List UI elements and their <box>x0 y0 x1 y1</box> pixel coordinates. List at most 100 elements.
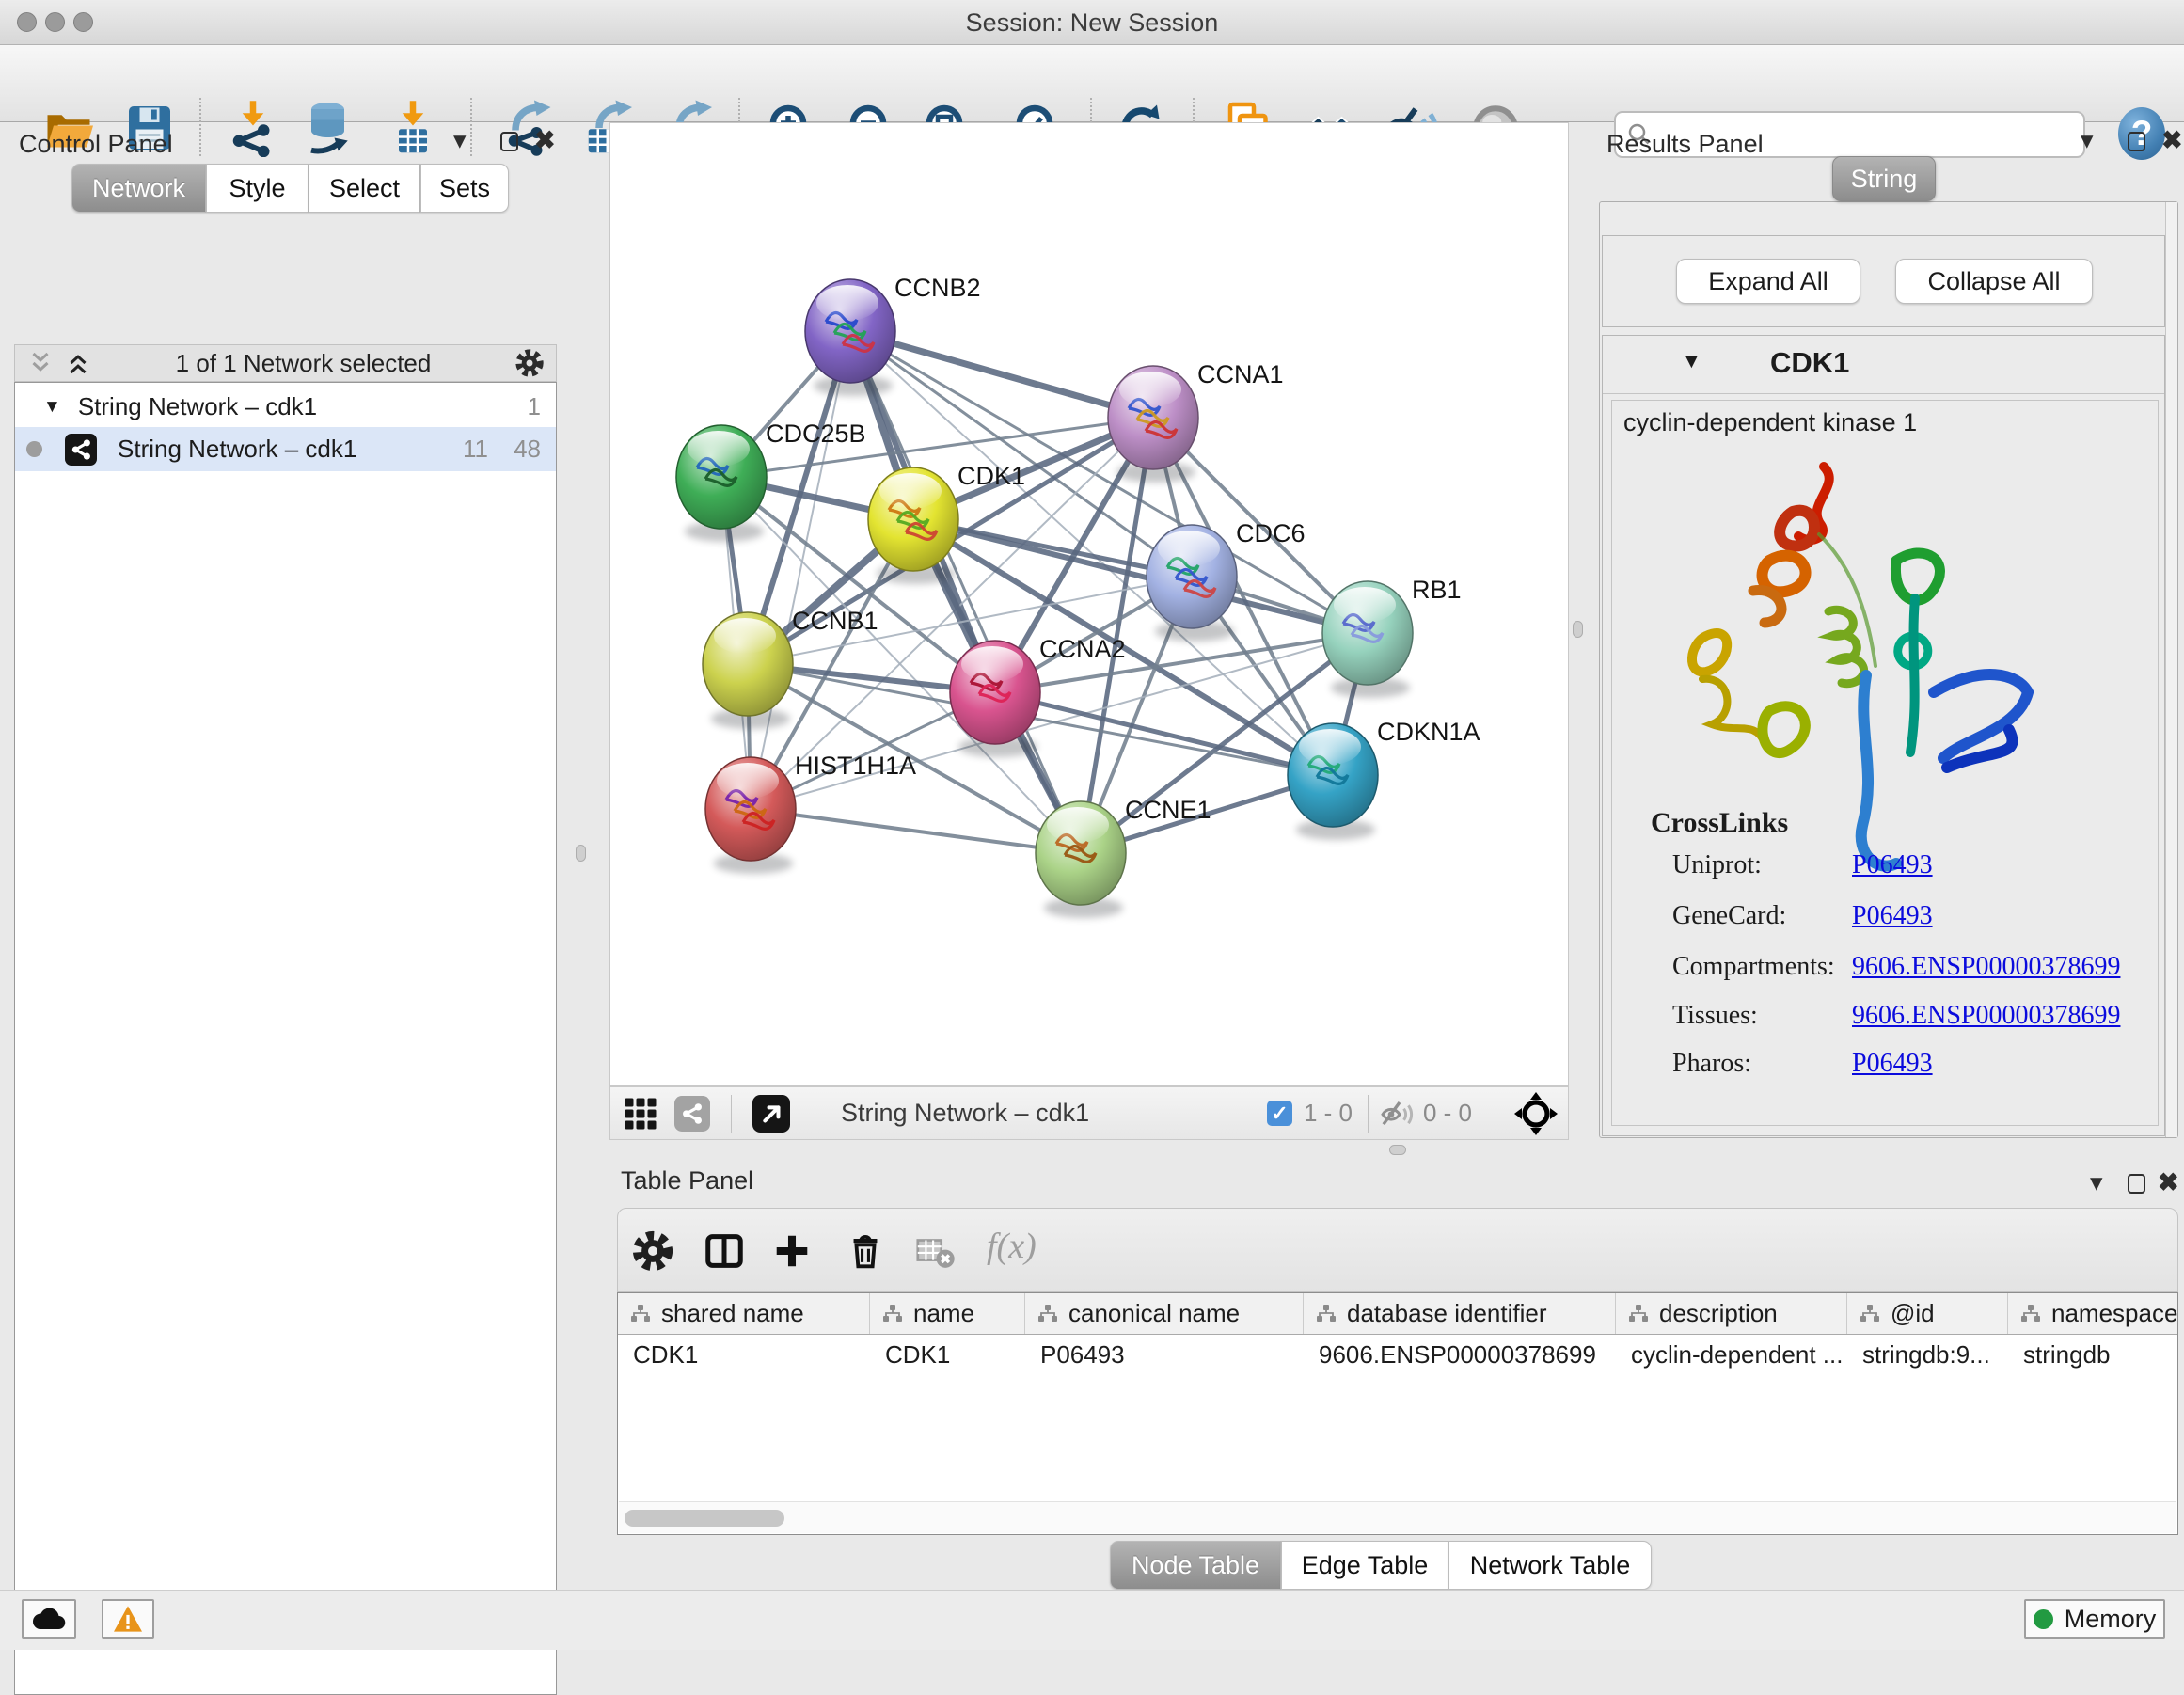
crosshair-icon[interactable] <box>1513 1091 1559 1136</box>
collapse-all-icon[interactable] <box>26 349 55 377</box>
tab-select[interactable]: Select <box>309 164 420 213</box>
right-splitter-handle[interactable] <box>1573 621 1583 638</box>
columns-icon <box>703 1229 746 1273</box>
table-cell[interactable]: 9606.ENSP00000378699 <box>1304 1335 1616 1374</box>
results-panel-title: Results Panel <box>1606 130 1764 159</box>
gene-name: CDK1 <box>1770 346 1849 380</box>
column-header-database-identifier[interactable]: database identifier <box>1304 1293 1616 1334</box>
results-button-bar: Expand All Collapse All <box>1602 235 2165 327</box>
node-gloss <box>816 285 878 321</box>
crosslink-link[interactable]: P06493 <box>1852 1049 1933 1079</box>
tab-sets[interactable]: Sets <box>420 164 509 213</box>
table-hscrollbar[interactable] <box>619 1501 2176 1533</box>
left-splitter-handle[interactable] <box>576 845 586 862</box>
grid-view-icon[interactable] <box>624 1097 657 1131</box>
column-label: canonical name <box>1068 1299 1240 1328</box>
bottom-splitter-handle[interactable] <box>1389 1145 1406 1155</box>
edge-CCNB2-CCNA1[interactable] <box>850 331 1153 418</box>
add-column-button[interactable] <box>770 1229 814 1273</box>
table-cell[interactable]: P06493 <box>1025 1335 1304 1374</box>
tab-node-table[interactable]: Node Table <box>1110 1541 1281 1590</box>
edge-HIST1H1A-CCNE1[interactable] <box>751 809 1081 853</box>
expand-all-icon[interactable] <box>64 349 92 377</box>
crosslink-link[interactable]: 9606.ENSP00000378699 <box>1852 1001 2120 1031</box>
selected-count: 1 - 0 <box>1304 1099 1353 1128</box>
memory-button[interactable]: Memory <box>2024 1599 2165 1639</box>
crosslink-row: GeneCard: P06493 <box>1612 901 2158 939</box>
close-panel-icon[interactable]: ✖ <box>2158 1170 2179 1196</box>
collection-expander-icon[interactable]: ▼ <box>43 397 61 418</box>
network-view-toolbar: String Network – cdk1 ✓ 1 - 0 0 - 0 <box>609 1086 1569 1140</box>
table-row[interactable]: CDK1CDK1P064939606.ENSP00000378699cyclin… <box>618 1335 2177 1374</box>
column-header-namespace[interactable]: namespace <box>2008 1293 2178 1334</box>
table-settings-button[interactable] <box>631 1229 674 1273</box>
birds-eye-icon[interactable] <box>752 1095 790 1133</box>
network-row[interactable]: String Network – cdk1 11 48 <box>15 427 556 471</box>
gear-icon[interactable] <box>514 348 545 378</box>
node-label-CCNA1: CCNA1 <box>1197 360 1284 388</box>
gene-section-header[interactable]: ▼ CDK1 <box>1603 336 2164 394</box>
close-panel-icon[interactable]: ✖ <box>534 128 556 153</box>
table-delete-icon <box>913 1229 957 1273</box>
expand-all-button[interactable]: Expand All <box>1676 259 1860 304</box>
node-label-CCNE1: CCNE1 <box>1125 796 1211 824</box>
show-columns-button[interactable] <box>703 1229 746 1273</box>
results-scrollbar[interactable] <box>2165 202 2177 1137</box>
column-header--id[interactable]: @id <box>1847 1293 2008 1334</box>
tab-edge-table[interactable]: Edge Table <box>1281 1541 1448 1590</box>
column-header-name[interactable]: name <box>870 1293 1025 1334</box>
crosslink-link[interactable]: 9606.ENSP00000378699 <box>1852 952 2120 982</box>
float-panel-icon[interactable] <box>2128 1174 2145 1194</box>
delete-table-button[interactable] <box>913 1229 957 1273</box>
crosslink-link[interactable]: P06493 <box>1852 901 1933 931</box>
section-expander-icon[interactable]: ▼ <box>1682 351 1701 373</box>
table-cell[interactable]: stringdb:9... <box>1847 1335 2008 1374</box>
table-cell[interactable]: stringdb <box>2008 1335 2178 1374</box>
node-label-CDKN1A: CDKN1A <box>1377 718 1480 746</box>
share-view-icon[interactable] <box>674 1096 710 1132</box>
node-label-CDC6: CDC6 <box>1236 519 1306 547</box>
window-titlebar: Session: New Session <box>0 0 2184 45</box>
panel-menu-icon[interactable]: ▾ <box>2081 128 2094 153</box>
column-header-canonical-name[interactable]: canonical name <box>1025 1293 1304 1334</box>
warnings-button[interactable] <box>102 1599 154 1639</box>
selection-summary: 1 of 1 Network selected <box>92 349 514 378</box>
hidden-eye-icon[interactable] <box>1380 1097 1414 1131</box>
tab-network-table[interactable]: Network Table <box>1448 1541 1652 1590</box>
network-collection-row[interactable]: ▼ String Network – cdk1 1 <box>15 383 556 427</box>
node-gloss <box>961 646 1023 682</box>
column-header-description[interactable]: description <box>1616 1293 1847 1334</box>
float-panel-icon[interactable] <box>500 132 518 151</box>
share-icon <box>65 434 97 466</box>
node-gloss <box>1119 372 1181 407</box>
toolbar-divider <box>731 1095 732 1133</box>
table-cell[interactable]: CDK1 <box>618 1335 870 1374</box>
column-header-shared-name[interactable]: shared name <box>618 1293 870 1334</box>
table-cell[interactable]: CDK1 <box>870 1335 1025 1374</box>
column-label: database identifier <box>1347 1299 1546 1328</box>
panel-menu-icon[interactable]: ▾ <box>2090 1170 2103 1196</box>
table-toolbar: f(x) <box>617 1208 2178 1292</box>
selected-checkbox[interactable]: ✓ <box>1267 1101 1292 1126</box>
crosslink-link[interactable]: P06493 <box>1852 850 1933 880</box>
table-cell[interactable]: cyclin-dependent ... <box>1616 1335 1847 1374</box>
panel-menu-icon[interactable]: ▾ <box>453 128 467 153</box>
float-panel-icon[interactable] <box>2128 132 2145 151</box>
network-canvas[interactable]: CCNB2CCNA1CDC25BCDK1CDC6RB1CCNB1CCNA2CDK… <box>609 122 1569 1086</box>
edge-CCNB2-HIST1H1A[interactable] <box>751 331 850 809</box>
hscrollbar-thumb[interactable] <box>625 1510 784 1527</box>
tab-string[interactable]: String <box>1832 156 1936 201</box>
tab-network[interactable]: Network <box>71 164 206 213</box>
collapse-all-button[interactable]: Collapse All <box>1895 259 2093 304</box>
column-tree-icon <box>629 1303 652 1325</box>
node-gloss <box>1299 729 1361 765</box>
function-builder-button[interactable]: f(x) <box>987 1226 1037 1267</box>
cloud-button[interactable] <box>22 1599 76 1639</box>
delete-column-button[interactable] <box>844 1229 887 1273</box>
close-panel-icon[interactable]: ✖ <box>2161 128 2183 153</box>
network-label: String Network – cdk1 <box>118 435 356 464</box>
column-label: shared name <box>661 1299 804 1328</box>
tab-style[interactable]: Style <box>206 164 309 213</box>
column-tree-icon <box>2019 1303 2042 1325</box>
main-toolbar: ? <box>0 45 2184 122</box>
